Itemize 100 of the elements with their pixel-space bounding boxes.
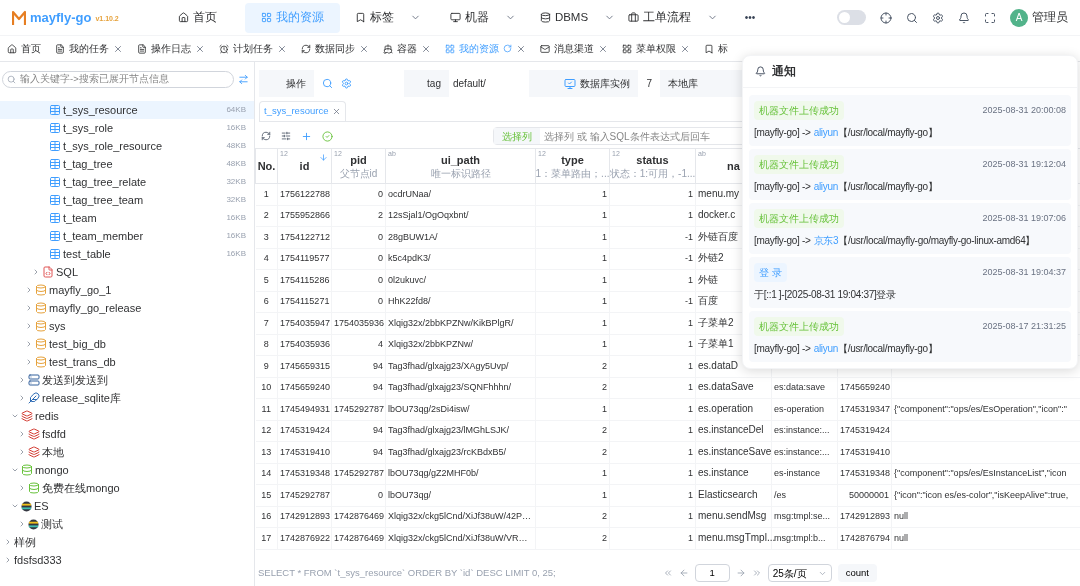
more-button[interactable]: ••• — [720, 10, 780, 25]
tree-node[interactable]: redis — [0, 407, 254, 425]
tree-node[interactable]: mayfly_go_1 — [0, 281, 254, 299]
nav-item[interactable]: 首页 — [150, 2, 245, 33]
page-tab[interactable]: 操作日志 — [130, 36, 212, 61]
table-cell: 7 — [263, 316, 269, 329]
user-name[interactable]: 管理员 — [1032, 8, 1068, 27]
close-icon[interactable] — [598, 43, 608, 54]
column-header[interactable]: No. — [255, 148, 278, 184]
close-icon[interactable] — [277, 43, 287, 54]
count-button[interactable]: count — [837, 564, 877, 582]
notification-card[interactable]: 机器文件上传成功 2025-08-31 20:00:08 [mayfly-go] -> aliyun【/usr/local/mayfly-go】 — [749, 95, 1071, 146]
bell-icon[interactable] — [958, 11, 970, 24]
page-tab[interactable]: 容器 — [376, 36, 438, 61]
tree-node[interactable]: t_team_member 16KB — [0, 227, 254, 245]
close-icon[interactable] — [516, 43, 526, 54]
tree-node[interactable]: mayfly_go_release — [0, 299, 254, 317]
table-cell: 1745319348 — [280, 467, 331, 479]
notification-message: [mayfly-go] -> 京东3【/usr/local/mayfly-go/mayfly-go-linux-amd64】 — [754, 234, 1037, 248]
table-cell: 13 — [261, 445, 272, 458]
nav-item[interactable]: 机器 — [435, 2, 530, 33]
close-icon[interactable] — [680, 43, 690, 54]
notification-card[interactable]: 机器文件上传成功 2025-08-17 21:31:25 [mayfly-go] -> aliyun【/usr/local/mayfly-go】 — [749, 311, 1071, 362]
tree-node[interactable]: ES — [0, 497, 254, 515]
sort-icon[interactable] — [319, 153, 328, 162]
tree-node[interactable]: SQL — [0, 263, 254, 281]
page-tab[interactable]: 菜单权限 — [615, 36, 697, 61]
close-icon[interactable] — [359, 43, 369, 54]
last-page-icon[interactable] — [751, 568, 762, 578]
tree-node[interactable]: release_sqlite库 — [0, 389, 254, 407]
page-tab[interactable]: 消息渠道 — [533, 36, 615, 61]
close-icon[interactable] — [195, 43, 205, 54]
tree-node[interactable]: test_table 16KB — [0, 245, 254, 263]
theme-toggle[interactable] — [837, 10, 866, 25]
caret-icon[interactable] — [10, 502, 19, 510]
tree-node[interactable]: 免费在线mongo — [0, 479, 254, 497]
first-page-icon[interactable] — [662, 568, 673, 578]
page-tab[interactable]: 标 — [697, 36, 735, 61]
page-size-select[interactable]: 25条/页 — [767, 564, 832, 582]
search-icon[interactable] — [906, 11, 918, 24]
tree-node[interactable]: t_tag_tree 48KB — [0, 155, 254, 173]
tree-node[interactable]: t_team 16KB — [0, 209, 254, 227]
table-cell: 1755952866 — [280, 209, 331, 221]
table-cell: 0 — [378, 230, 383, 243]
table-size: 32KB — [226, 176, 246, 188]
nav-item[interactable]: 标签 — [340, 2, 435, 33]
nav-item[interactable]: 工单流程 — [625, 2, 720, 33]
next-page-icon[interactable] — [735, 568, 746, 578]
page-tab[interactable]: 数据同步 — [294, 36, 376, 61]
filter-icon[interactable] — [281, 131, 291, 141]
column-title: pid — [350, 152, 367, 168]
tree-node[interactable]: fdsfsd333 — [0, 551, 254, 569]
page-tab[interactable]: 计划任务 — [212, 36, 294, 61]
notification-card[interactable]: 机器文件上传成功 2025-08-31 19:12:04 [mayfly-go] -> aliyun【/usr/local/mayfly-go】 — [749, 149, 1071, 200]
table-size: 16KB — [226, 212, 246, 224]
add-icon[interactable] — [301, 130, 312, 142]
tree-node[interactable]: t_tag_tree_relate 32KB — [0, 173, 254, 191]
node-label: redis — [35, 408, 59, 424]
tree-node[interactable]: 发送到发送到 — [0, 371, 254, 389]
close-icon[interactable] — [113, 43, 123, 54]
tree-node[interactable]: test_big_db — [0, 335, 254, 353]
target-icon[interactable] — [880, 11, 892, 24]
page-tab[interactable]: 首页 — [0, 36, 48, 61]
table-cell: 2 — [602, 359, 607, 372]
refresh-icon[interactable] — [503, 44, 512, 53]
previous-page-icon[interactable] — [678, 568, 689, 578]
fullscreen-icon[interactable] — [984, 11, 996, 24]
instance-name: 本地库 — [667, 77, 699, 91]
search-icon[interactable] — [322, 78, 333, 89]
check-circle-icon[interactable] — [322, 130, 333, 142]
node-label: t_tag_tree_team — [63, 192, 144, 208]
settings-icon[interactable] — [932, 11, 944, 24]
tree-node[interactable]: test_trans_db — [0, 353, 254, 371]
tree-node[interactable]: 测试 — [0, 515, 254, 533]
swap-icon[interactable] — [238, 74, 249, 85]
table-cell: 5 — [263, 273, 269, 286]
tree-node[interactable]: fsdfd — [0, 425, 254, 443]
tree-node[interactable]: 本地 — [0, 443, 254, 461]
refresh-icon[interactable] — [261, 131, 271, 141]
tree-node[interactable]: t_sys_role 16KB — [0, 119, 254, 137]
caret-icon[interactable] — [10, 466, 19, 474]
tree-node[interactable]: t_tag_tree_team 32KB — [0, 191, 254, 209]
tree-node[interactable]: 样例 — [0, 533, 254, 551]
caret-icon[interactable] — [10, 412, 19, 420]
close-icon[interactable] — [332, 107, 342, 116]
layers-icon — [21, 410, 33, 422]
tree-node[interactable]: t_sys_role_resource 48KB — [0, 137, 254, 155]
close-icon[interactable] — [421, 43, 431, 54]
tree-node[interactable]: t_sys_resource 64KB — [0, 101, 254, 119]
table-cell: 0 — [378, 187, 383, 200]
page-field[interactable]: 1 — [694, 564, 730, 582]
notification-card[interactable]: 登 录 2025-08-31 19:04:37 于[::1 ]-[2025-08-31 19:04:37]登录 — [749, 257, 1071, 308]
page-tab[interactable]: 我的任务 — [48, 36, 130, 61]
nav-item[interactable]: DBMS — [530, 2, 625, 33]
tree-node[interactable]: sys — [0, 317, 254, 335]
column-title: type — [561, 152, 584, 168]
settings-icon[interactable] — [341, 78, 352, 89]
notification-card[interactable]: 机器文件上传成功 2025-08-31 19:07:06 [mayfly-go] -> 京东3【/usr/local/mayfly-go/mayfly-go-linux-amd64】 — [749, 203, 1071, 254]
tree-node[interactable]: mongo — [0, 461, 254, 479]
table-cell: 2 — [378, 209, 383, 221]
